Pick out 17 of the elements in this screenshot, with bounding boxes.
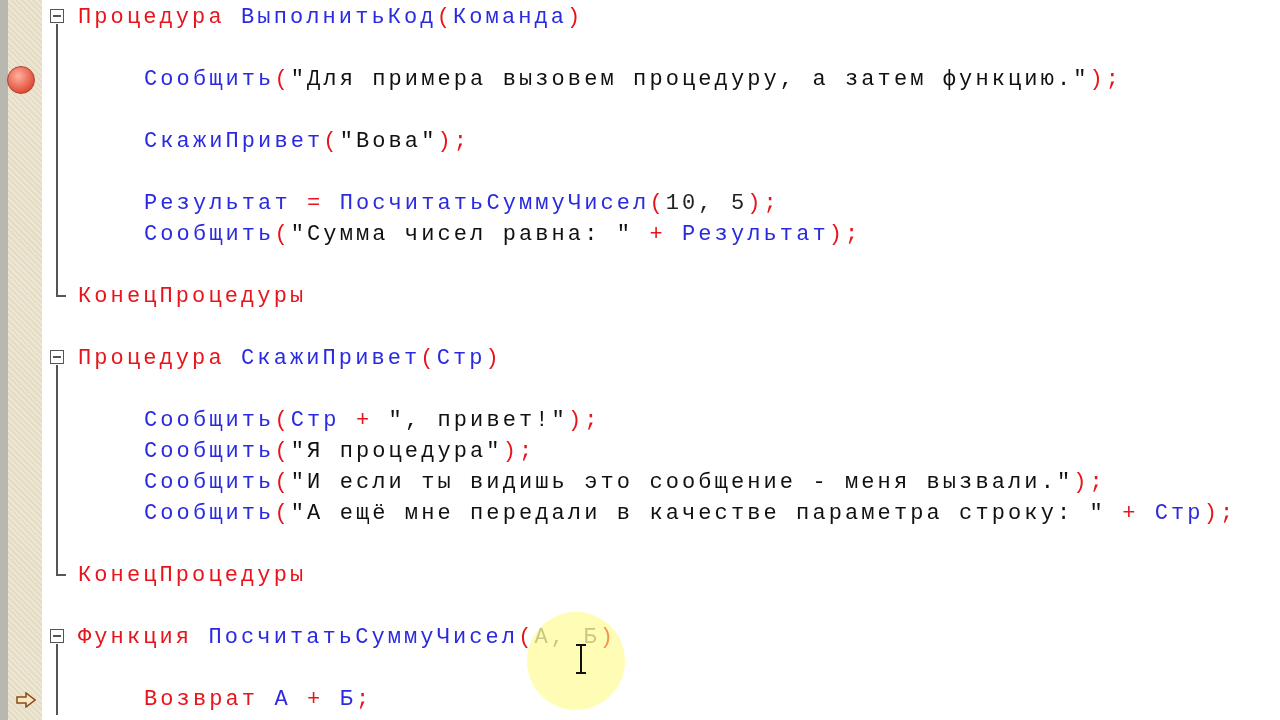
code-line: Сообщить("А ещё мне передали в качестве параметра строку: " + Стр); — [143, 500, 1237, 528]
code-line: Сообщить("Для примера вызовем процедуру, а затем функцию."); — [143, 66, 1123, 94]
code-line: Сообщить("Я процедура"); — [143, 438, 536, 466]
code-line: СкажиПривет("Вова"); — [143, 128, 471, 156]
code-line: Процедура ВыполнитьКод(Команда) — [78, 4, 584, 32]
code-line: КонецПроцедуры — [78, 283, 307, 311]
collapse-icon[interactable] — [50, 9, 64, 23]
code-line: Сообщить(Стр + ", привет!"); — [143, 407, 601, 435]
code-line: Сообщить("И если ты видишь это сообщение - меня вызвали."); — [143, 469, 1106, 497]
collapse-icon[interactable] — [50, 350, 64, 364]
text-cursor-icon — [575, 644, 587, 674]
code-line: Результат = ПосчитатьСуммуЧисел(10, 5); — [143, 190, 780, 218]
collapse-icon[interactable] — [50, 629, 64, 643]
code-line: Процедура СкажиПривет(Стр) — [78, 345, 502, 373]
code-line: КонецПроцедуры — [78, 562, 307, 590]
code-line: Сообщить("Сумма чисел равна: " + Результат); — [143, 221, 862, 249]
code-line: Возврат А + Б; — [143, 686, 373, 714]
